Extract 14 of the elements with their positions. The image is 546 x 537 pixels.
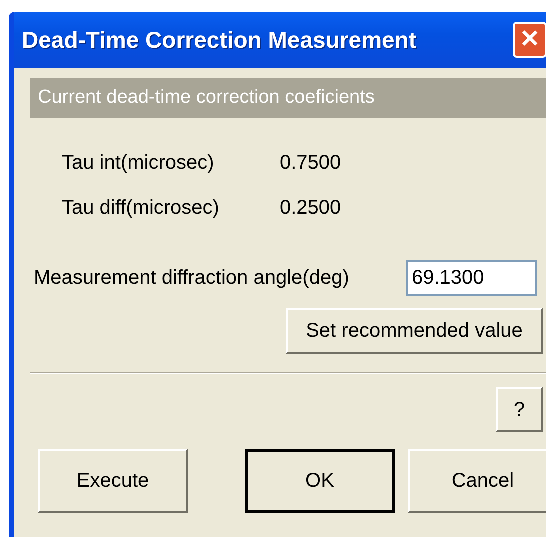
execute-button[interactable]: Execute <box>38 449 188 513</box>
set-recommended-button[interactable]: Set recommended value <box>286 308 543 354</box>
field-label: Measurement diffraction angle(deg) <box>34 266 350 291</box>
angle-field[interactable]: 69.1300 <box>406 260 537 296</box>
coefficient-value: 0.7500 <box>280 151 342 175</box>
cancel-button[interactable]: Cancel <box>408 449 546 513</box>
ok-button[interactable]: OK <box>245 449 395 513</box>
coefficient-label: Tau diff(microsec) <box>62 196 220 220</box>
window-title: Dead-Time Correction Measurement <box>22 26 417 55</box>
group-header: Current dead-time correction coeficients <box>30 78 546 118</box>
coefficient-label: Tau int(microsec) <box>62 151 216 175</box>
close-button[interactable]: ✕ <box>513 22 546 58</box>
help-button[interactable]: ? <box>496 387 543 432</box>
coefficient-value: 0.2500 <box>280 196 342 220</box>
